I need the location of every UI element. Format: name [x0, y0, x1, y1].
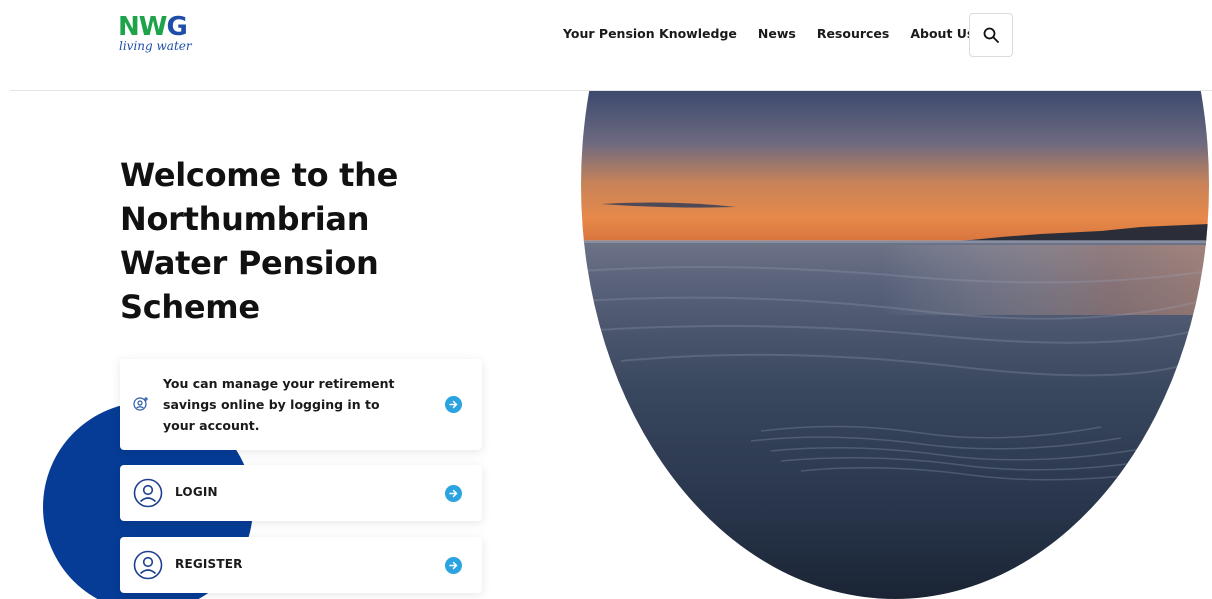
- header-divider: [10, 90, 1212, 91]
- user-circle-icon: [133, 550, 163, 584]
- register-label: REGISTER: [175, 557, 243, 571]
- search-icon: [983, 27, 999, 43]
- nav-item-about-us[interactable]: About Us: [910, 26, 974, 41]
- manage-online-text: You can manage your retirement savings o…: [163, 376, 395, 433]
- arrow-right-circle-icon: [445, 557, 462, 574]
- page: NWG living water Your Pension Knowledge …: [0, 0, 1212, 599]
- page-title: Welcome to the Northumbrian Water Pensio…: [120, 156, 398, 327]
- nav-item-news[interactable]: News: [758, 26, 796, 41]
- login-button[interactable]: LOGIN: [120, 465, 482, 521]
- register-button[interactable]: REGISTER: [120, 537, 482, 593]
- logo-tagline: living water: [119, 39, 192, 53]
- search-button[interactable]: [969, 13, 1013, 57]
- user-circle-icon: [133, 478, 163, 512]
- logo-wordmark: NWG: [118, 12, 188, 42]
- nwg-logo[interactable]: NWG living water: [118, 14, 218, 64]
- nav-item-resources[interactable]: Resources: [817, 26, 890, 41]
- main-nav: Your Pension Knowledge News Resources Ab…: [563, 26, 995, 41]
- login-label: LOGIN: [175, 485, 218, 499]
- arrow-right-circle-icon: [445, 485, 462, 502]
- user-add-icon: [133, 396, 149, 416]
- arrow-right-circle-icon[interactable]: [445, 396, 462, 413]
- manage-online-card[interactable]: You can manage your retirement savings o…: [120, 359, 482, 450]
- nav-item-pension-knowledge[interactable]: Your Pension Knowledge: [563, 26, 737, 41]
